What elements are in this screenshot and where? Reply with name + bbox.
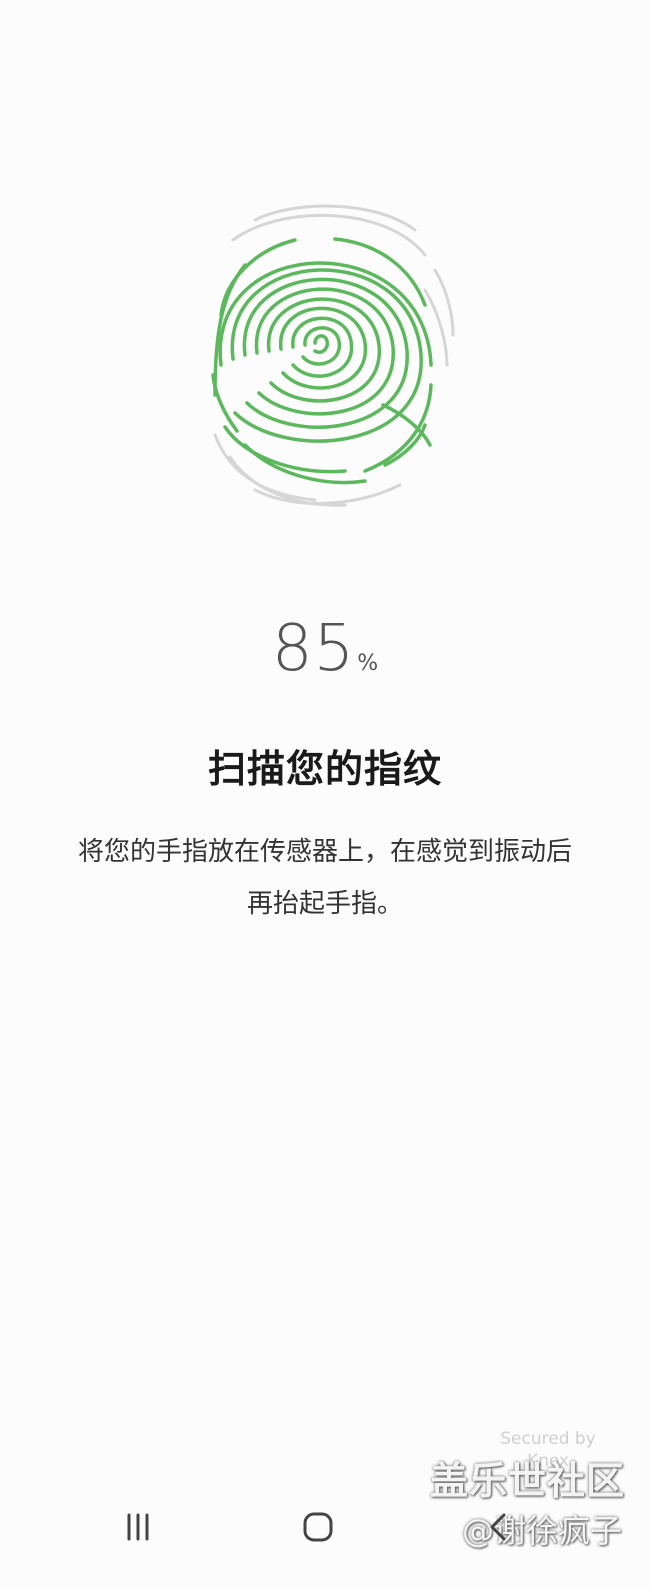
back-button[interactable] bbox=[468, 1502, 528, 1552]
recents-icon bbox=[127, 1513, 149, 1541]
secured-by-text: Secured by bbox=[500, 1429, 596, 1449]
instruction-line-1: 将您的手指放在传感器上，在感觉到振动后 bbox=[77, 837, 572, 867]
scan-progress: 85% bbox=[0, 612, 650, 686]
recents-button[interactable] bbox=[108, 1502, 168, 1552]
back-icon bbox=[490, 1513, 506, 1541]
fingerprint-graphic bbox=[185, 195, 465, 525]
instruction-line-2: 再抬起手指。 bbox=[246, 889, 403, 919]
navigation-bar bbox=[0, 1490, 650, 1560]
progress-value: 85 bbox=[271, 612, 356, 686]
home-icon bbox=[303, 1512, 333, 1542]
page-title: 扫描您的指纹 bbox=[207, 747, 442, 791]
progress-unit: % bbox=[357, 651, 379, 676]
home-button[interactable] bbox=[288, 1502, 348, 1552]
instruction-text: 将您的手指放在传感器上，在感觉到振动后 再抬起手指。 bbox=[40, 826, 610, 930]
fingerprint-icon bbox=[211, 204, 455, 507]
